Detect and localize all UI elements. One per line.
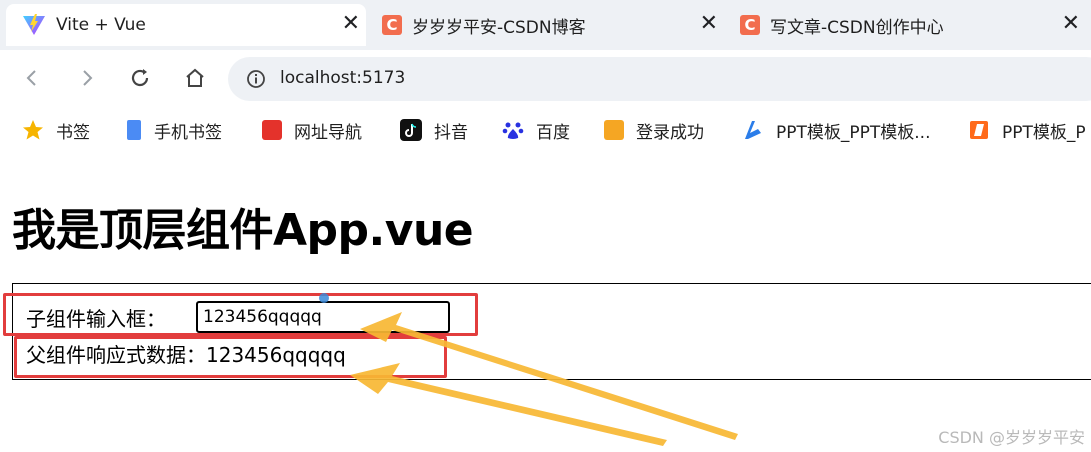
reload-icon — [131, 69, 149, 87]
star-icon — [23, 120, 43, 140]
bookmark-item[interactable]: PPT模板_P — [968, 118, 1086, 143]
tab-csdn-editor[interactable]: C 写文章-CSDN创作中心 ✕ — [724, 4, 1086, 46]
bookmark-label: 抖音 — [434, 122, 468, 143]
tab-csdn-blog[interactable]: C 岁岁岁平安-CSDN博客 ✕ — [366, 4, 724, 46]
tab-title: 写文章-CSDN创作中心 — [770, 17, 944, 38]
home-icon — [186, 68, 204, 87]
bookmark-label: 书签 — [56, 122, 90, 143]
watermark: CSDN @岁岁岁平安 — [938, 428, 1085, 447]
baidu-icon — [502, 122, 524, 139]
bookmarks-bar: 书签 手机书签 网址导航 抖音 百度 登录成功 PPT模板_PPT模板... P… — [0, 108, 1091, 152]
vite-icon — [23, 14, 45, 35]
cursor-marker — [319, 293, 329, 303]
tab-title: Vite + Vue — [56, 15, 146, 35]
bookmark-item[interactable]: 登录成功 — [604, 118, 704, 143]
bookmark-label: PPT模板_P — [1002, 122, 1086, 143]
bookmark-label: 百度 — [536, 122, 570, 143]
bookmark-item[interactable]: 百度 — [502, 118, 570, 143]
tab-close-icon[interactable]: ✕ — [700, 13, 718, 35]
tab-title: 岁岁岁平安-CSDN博客 — [412, 17, 586, 38]
address-bar[interactable]: localhost:5173 — [228, 57, 1091, 101]
csdn-icon: C — [382, 15, 402, 35]
douyin-icon — [400, 119, 422, 141]
nav-site-icon — [262, 120, 282, 140]
tab-close-icon[interactable]: ✕ — [342, 13, 360, 35]
bookmark-item[interactable]: 手机书签 — [126, 118, 222, 143]
ep-icon — [604, 120, 624, 140]
arrow-right-icon — [83, 70, 93, 86]
page-viewport: 我是顶层组件App.vue 子组件输入框： 父组件响应式数据：123456qqq… — [0, 152, 1091, 452]
bookmark-label: 登录成功 — [636, 122, 704, 143]
back-button[interactable] — [17, 63, 47, 93]
bookmark-item[interactable]: 抖音 — [400, 118, 468, 143]
bookmark-item[interactable]: PPT模板_PPT模板... — [742, 118, 931, 143]
tab-close-icon[interactable]: ✕ — [1062, 13, 1080, 35]
tab-strip: Vite + Vue ✕ C 岁岁岁平安-CSDN博客 ✕ C 写文章-CSDN… — [0, 0, 1091, 50]
forward-button[interactable] — [72, 63, 102, 93]
bookmark-item[interactable]: 书签 — [22, 118, 90, 143]
bookmark-item[interactable]: 网址导航 — [262, 118, 362, 143]
arrow-to-input — [360, 312, 738, 440]
csdn-icon: C — [740, 15, 760, 35]
url-text[interactable]: localhost:5173 — [280, 68, 405, 88]
arrow-left-icon — [26, 70, 36, 86]
ppt-blue-icon — [745, 121, 761, 139]
bookmark-label: 网址导航 — [294, 122, 362, 143]
annotation-arrows — [319, 293, 738, 446]
bookmark-label: PPT模板_PPT模板... — [776, 122, 931, 143]
home-button[interactable] — [180, 63, 210, 93]
phone-icon — [127, 120, 141, 140]
ppt-orange-icon — [970, 121, 988, 139]
info-icon[interactable] — [246, 69, 266, 89]
arrow-to-parent — [350, 363, 667, 446]
browser-toolbar: localhost:5173 — [0, 50, 1091, 108]
bookmark-label: 手机书签 — [154, 122, 222, 143]
tab-vite-vue[interactable]: Vite + Vue ✕ — [6, 4, 366, 46]
reload-button[interactable] — [125, 63, 155, 93]
